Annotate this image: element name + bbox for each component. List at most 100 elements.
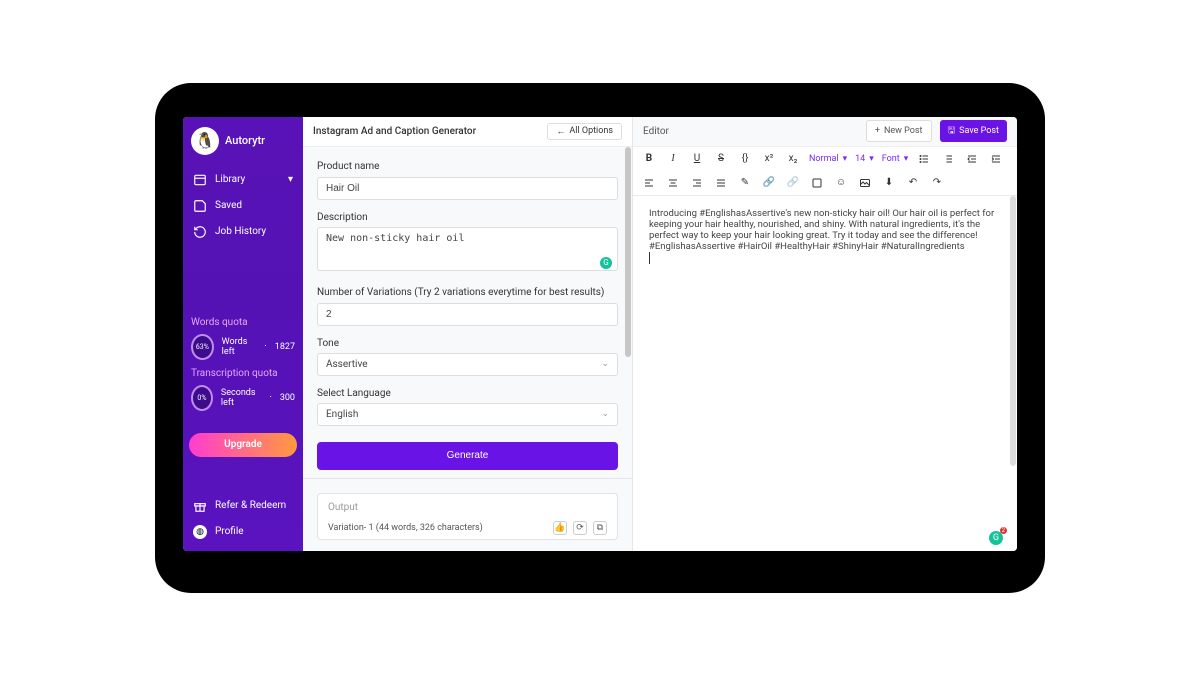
format-select[interactable]: Normal ▾	[809, 154, 847, 164]
form-scrollbar[interactable]	[625, 147, 631, 551]
all-options-button[interactable]: ← All Options	[547, 123, 622, 140]
trans-quota-title: Transcription quota	[191, 368, 295, 379]
trans-quota-sep: ·	[269, 393, 271, 403]
generate-button[interactable]: Generate	[317, 442, 618, 470]
nav: Library ▾ Saved Job History	[183, 163, 303, 249]
align-center-button[interactable]	[665, 175, 681, 191]
subscript-button[interactable]: x₂	[785, 151, 801, 167]
variations-input[interactable]	[317, 303, 618, 326]
code-block-button[interactable]: {}	[737, 151, 753, 167]
language-value: English	[326, 409, 358, 420]
trans-quota-label: Seconds left	[221, 388, 262, 408]
saved-icon	[193, 199, 207, 213]
editor-header: Editor + New Post 🖫 Save Post	[633, 117, 1017, 147]
bold-button[interactable]: B	[641, 151, 657, 167]
product-name-input[interactable]	[317, 177, 618, 200]
tone-label: Tone	[317, 338, 618, 349]
sidebar-item-label: Refer & Redeem	[215, 500, 286, 511]
new-post-button[interactable]: + New Post	[866, 120, 932, 142]
all-options-label: All Options	[569, 126, 613, 136]
form-title: Instagram Ad and Caption Generator	[313, 126, 476, 137]
scroll-thumb[interactable]	[1010, 196, 1016, 466]
save-post-button[interactable]: 🖫 Save Post	[940, 120, 1008, 142]
chevron-down-icon: ▾	[869, 154, 874, 164]
scroll-thumb[interactable]	[625, 147, 631, 357]
app-screen: 🐧 Autorytr Library ▾ Saved Job History	[183, 117, 1017, 551]
sidebar-item-label: Saved	[215, 200, 242, 211]
download-button[interactable]: ⬇	[881, 175, 897, 191]
sidebar-item-label: Profile	[215, 526, 244, 537]
undo-button[interactable]: ↶	[905, 175, 921, 191]
sidebar-item-label: Job History	[215, 226, 266, 237]
sidebar-item-profile[interactable]: ◍ Profile	[189, 519, 297, 545]
chevron-down-icon: ▾	[288, 174, 293, 185]
chevron-down-icon: ⌄	[601, 359, 609, 369]
editor-panel: Editor + New Post 🖫 Save Post B I U	[633, 117, 1017, 551]
sidebar-item-job-history[interactable]: Job History	[189, 219, 297, 245]
refresh-button[interactable]: ⟳	[573, 521, 587, 535]
variations-label: Number of Variations (Try 2 variations e…	[317, 287, 618, 298]
output-title: Output	[328, 502, 607, 513]
quote-button[interactable]	[809, 175, 825, 191]
redo-button[interactable]: ↷	[929, 175, 945, 191]
tone-select[interactable]: Assertive ⌄	[317, 353, 618, 376]
words-quota-value: 1827	[275, 342, 295, 352]
sidebar-item-saved[interactable]: Saved	[189, 193, 297, 219]
image-button[interactable]	[857, 175, 873, 191]
format-value: Normal	[809, 154, 839, 164]
superscript-button[interactable]: x²	[761, 151, 777, 167]
sidebar: 🐧 Autorytr Library ▾ Saved Job History	[183, 117, 303, 551]
sidebar-item-library[interactable]: Library ▾	[189, 167, 297, 193]
align-left-button[interactable]	[641, 175, 657, 191]
generate-label: Generate	[447, 450, 489, 461]
list-bullet-button[interactable]	[916, 151, 932, 167]
size-select[interactable]: 14 ▾	[855, 154, 874, 164]
unlink-button[interactable]: 🔗	[785, 175, 801, 191]
form-header: Instagram Ad and Caption Generator ← All…	[303, 117, 632, 147]
chevron-down-icon: ⌄	[601, 409, 609, 419]
device-frame: 🐧 Autorytr Library ▾ Saved Job History	[155, 83, 1045, 593]
text-caret	[649, 252, 650, 264]
save-post-label: Save Post	[959, 126, 999, 136]
sidebar-item-refer[interactable]: Refer & Redeem	[189, 493, 297, 519]
italic-button[interactable]: I	[665, 151, 681, 167]
description-input[interactable]	[317, 227, 618, 271]
language-select[interactable]: English ⌄	[317, 403, 618, 426]
editor-scrollbar[interactable]	[1010, 196, 1016, 551]
upgrade-button[interactable]: Upgrade	[189, 433, 297, 457]
underline-button[interactable]: U	[689, 151, 705, 167]
chevron-down-icon: ▾	[843, 154, 848, 164]
bottom-nav: Refer & Redeem ◍ Profile	[183, 489, 303, 551]
indent-right-button[interactable]	[988, 151, 1004, 167]
words-quota-row: 63% Words left · 1827	[191, 334, 295, 360]
new-post-label: New Post	[884, 126, 923, 136]
gift-icon	[193, 499, 207, 513]
strike-button[interactable]: S	[713, 151, 729, 167]
thumbs-up-button[interactable]: 👍	[553, 521, 567, 535]
trans-quota-gauge: 0%	[191, 385, 213, 411]
copy-button[interactable]: ⧉	[593, 521, 607, 535]
editor-title: Editor	[643, 126, 669, 137]
words-quota-gauge: 63%	[191, 334, 214, 360]
library-icon	[193, 173, 207, 187]
editor-content: Introducing #EnglishasAssertive's new no…	[649, 208, 994, 252]
upgrade-label: Upgrade	[224, 439, 262, 450]
words-quota: Words quota 63% Words left · 1827 Transc…	[183, 311, 303, 425]
grammarly-icon: G	[989, 531, 1003, 545]
list-number-button[interactable]	[940, 151, 956, 167]
page: 🐧 Autorytr Library ▾ Saved Job History	[0, 0, 1200, 675]
tone-value: Assertive	[326, 359, 368, 370]
indent-left-button[interactable]	[964, 151, 980, 167]
profile-icon: ◍	[193, 525, 207, 539]
align-justify-button[interactable]	[713, 175, 729, 191]
align-right-button[interactable]	[689, 175, 705, 191]
editor-textarea[interactable]: Introducing #EnglishasAssertive's new no…	[633, 196, 1017, 551]
color-button[interactable]: ✎	[737, 175, 753, 191]
form-body: Product name Description G Number of Var…	[303, 147, 632, 551]
emoji-button[interactable]: ☺	[833, 175, 849, 191]
description-label: Description	[317, 212, 618, 223]
words-quota-title: Words quota	[191, 317, 295, 328]
font-select[interactable]: Font ▾	[882, 154, 908, 164]
link-button[interactable]: 🔗	[761, 175, 777, 191]
sidebar-item-label: Library	[215, 174, 245, 185]
